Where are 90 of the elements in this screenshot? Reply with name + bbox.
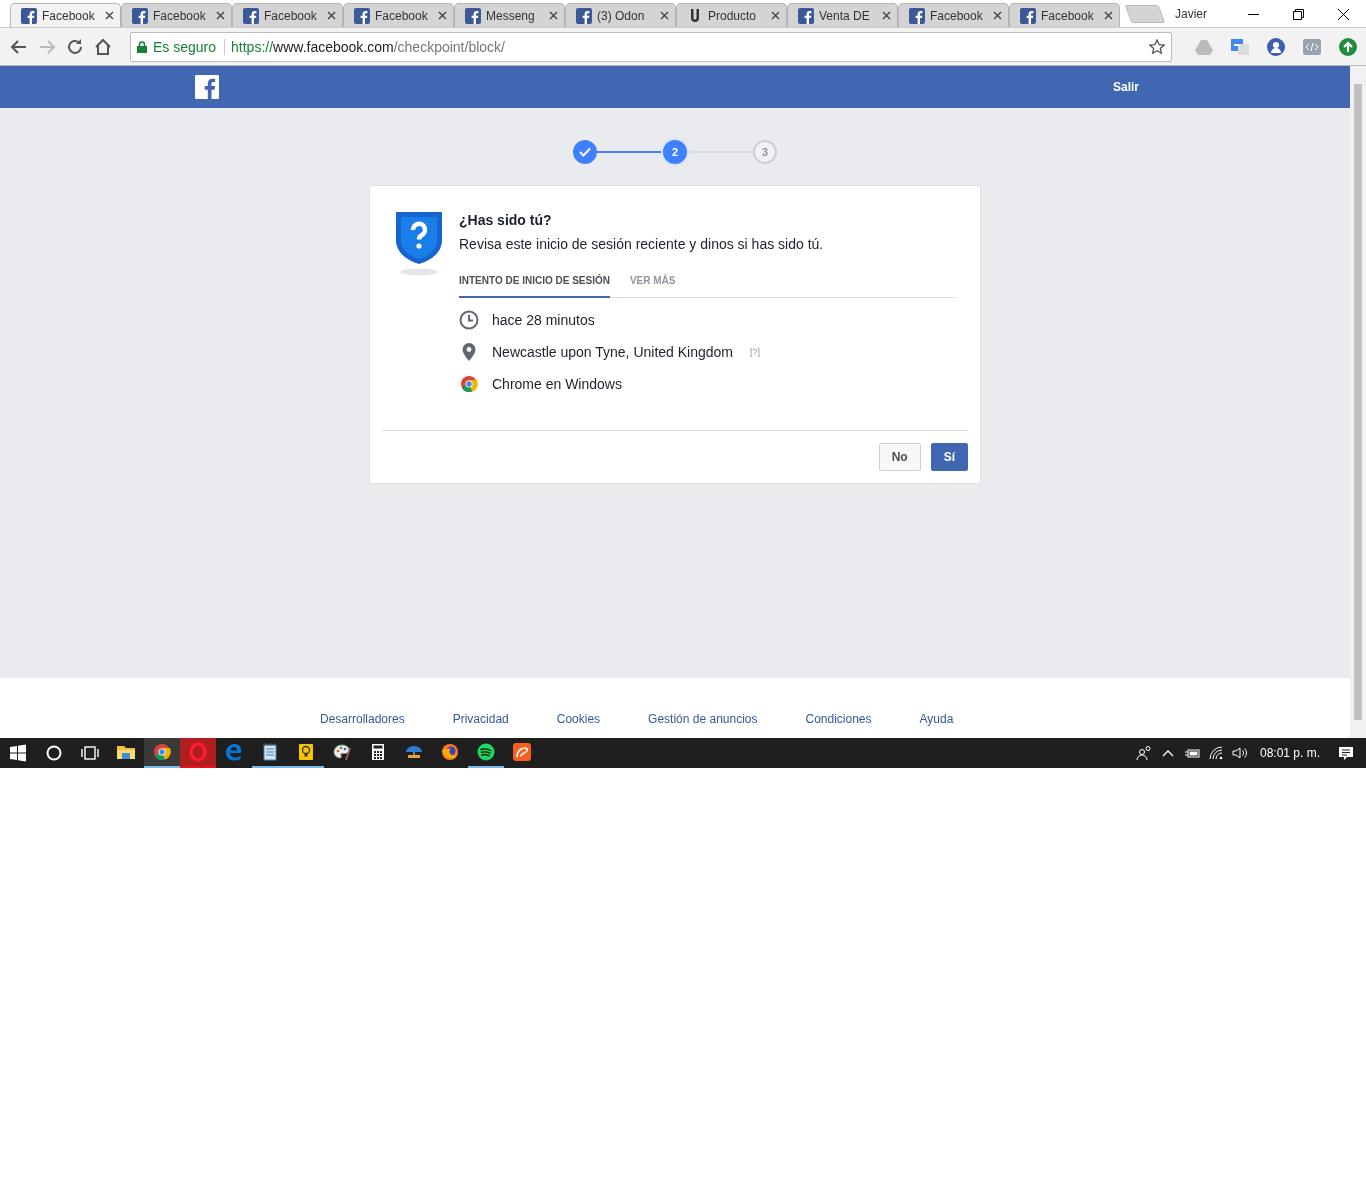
progress-step: 2 <box>663 140 687 164</box>
card-subtitle: Revisa este inicio de sesión reciente y dinos si has sido tú. <box>459 236 825 252</box>
browser-tab[interactable]: Producto <box>676 3 787 27</box>
checkmark-icon <box>579 147 591 157</box>
close-icon[interactable] <box>882 11 891 20</box>
address-bar[interactable]: Es seguro https://www.facebook.com/checkpoint/block/ <box>130 31 1172 62</box>
confirm-button[interactable]: Sí <box>930 443 968 471</box>
paint-palette-icon <box>332 742 352 762</box>
detail-text: Newcastle upon Tyne, United Kingdom <box>492 344 733 360</box>
shield-question-icon <box>394 210 444 276</box>
close-icon[interactable] <box>1104 11 1113 20</box>
taskbar-app[interactable] <box>144 738 180 768</box>
url-text: https://www.facebook.com/checkpoint/block/ <box>231 38 505 55</box>
security-label: Es seguro <box>153 38 226 55</box>
ring-o-icon <box>188 742 208 762</box>
footer-link[interactable]: Condiciones <box>805 712 872 738</box>
translate-icon[interactable] <box>1230 36 1250 57</box>
lightbulb-icon <box>296 742 316 762</box>
tab-title: Facebook <box>375 8 429 23</box>
facebook-favicon-icon <box>576 7 592 24</box>
facebook-favicon-icon <box>132 7 148 24</box>
close-icon[interactable] <box>216 11 225 20</box>
close-icon[interactable] <box>993 11 1002 20</box>
footer-link[interactable]: Cookies <box>556 712 601 738</box>
tab-title: Venta DE <box>819 8 871 23</box>
browser-tab[interactable]: Messeng <box>454 3 565 27</box>
speaker-icon[interactable] <box>1231 745 1248 761</box>
letter-e-icon <box>224 742 244 762</box>
browser-tab[interactable]: Facebook <box>343 3 454 27</box>
tab-title: Messeng <box>486 8 536 23</box>
close-icon[interactable] <box>549 11 558 20</box>
people-icon[interactable] <box>1266 36 1286 57</box>
tab-title: (3) Odon <box>597 8 646 23</box>
restore-icon[interactable] <box>1293 8 1304 20</box>
facebook-favicon-icon <box>1020 7 1036 24</box>
tab-title: Facebook <box>153 8 207 23</box>
footer-link[interactable]: Gestión de anuncios <box>648 712 758 738</box>
footer-link[interactable]: Privacidad <box>452 712 509 738</box>
windows-logo-icon[interactable] <box>9 744 27 762</box>
browser-tab[interactable]: Facebook <box>898 3 1009 27</box>
chrome-icon <box>459 374 479 394</box>
browser-tab[interactable]: (3) Odon <box>565 3 676 27</box>
browser-tab[interactable]: Facebook <box>121 3 232 27</box>
browser-tab[interactable]: Facebook <box>10 3 121 27</box>
people-icon[interactable] <box>1135 745 1152 761</box>
facebook-logo-icon[interactable] <box>195 75 219 99</box>
search-circle-icon[interactable] <box>45 744 63 762</box>
spotify-icon <box>476 742 496 762</box>
tab-title: Producto <box>708 8 758 23</box>
deny-button[interactable]: No <box>878 443 921 471</box>
facebook-favicon-icon <box>909 7 925 24</box>
tab-title: Facebook <box>1041 8 1095 23</box>
scrollbar[interactable] <box>1350 66 1366 738</box>
browser-tab[interactable]: Facebook <box>232 3 343 27</box>
card-tab[interactable]: INTENTO DE INICIO DE SESIÓN <box>459 272 610 298</box>
tab-title: Facebook <box>930 8 984 23</box>
close-icon[interactable] <box>438 11 447 20</box>
logout-link[interactable]: Salir <box>1107 79 1145 95</box>
facebook-favicon-icon <box>798 7 814 24</box>
chrome-icon <box>152 742 172 762</box>
close-icon[interactable] <box>660 11 669 20</box>
browser-tab[interactable]: Facebook <box>1009 3 1120 27</box>
clock-text[interactable]: 08:01 p. m. <box>1259 746 1320 760</box>
footer-link[interactable]: Desarrolladores <box>320 712 405 738</box>
footer-link[interactable]: Ayuda <box>919 712 954 738</box>
lock-icon <box>137 40 147 53</box>
close-icon[interactable] <box>771 11 780 20</box>
facebook-favicon-icon <box>465 7 481 24</box>
close-icon[interactable] <box>105 11 114 20</box>
detail-text: hace 28 minutos <box>492 312 595 328</box>
detail-text: Chrome en Windows <box>492 376 622 392</box>
clock-icon <box>459 310 479 330</box>
profile-name[interactable]: Javier <box>1175 6 1207 21</box>
facebook-favicon-icon <box>354 7 370 24</box>
task-view-icon[interactable] <box>81 744 99 762</box>
code-icon[interactable] <box>1302 36 1322 57</box>
progress-step: 3 <box>753 140 777 164</box>
close-icon[interactable] <box>1338 8 1349 20</box>
facebook-favicon-icon <box>243 7 259 24</box>
close-icon[interactable] <box>327 11 336 20</box>
tab-title: Facebook <box>264 8 318 23</box>
browser-tab[interactable]: Venta DE <box>787 3 898 27</box>
wifi-icon[interactable] <box>1207 745 1224 761</box>
card-title: ¿Has sido tú? <box>459 212 553 228</box>
notepad-icon <box>260 742 280 762</box>
facebook-favicon-icon <box>21 7 37 24</box>
tab-title: Facebook <box>42 8 96 23</box>
star-icon[interactable] <box>1149 38 1165 55</box>
firefox-icon <box>440 742 460 762</box>
notification-icon[interactable] <box>1338 745 1354 761</box>
